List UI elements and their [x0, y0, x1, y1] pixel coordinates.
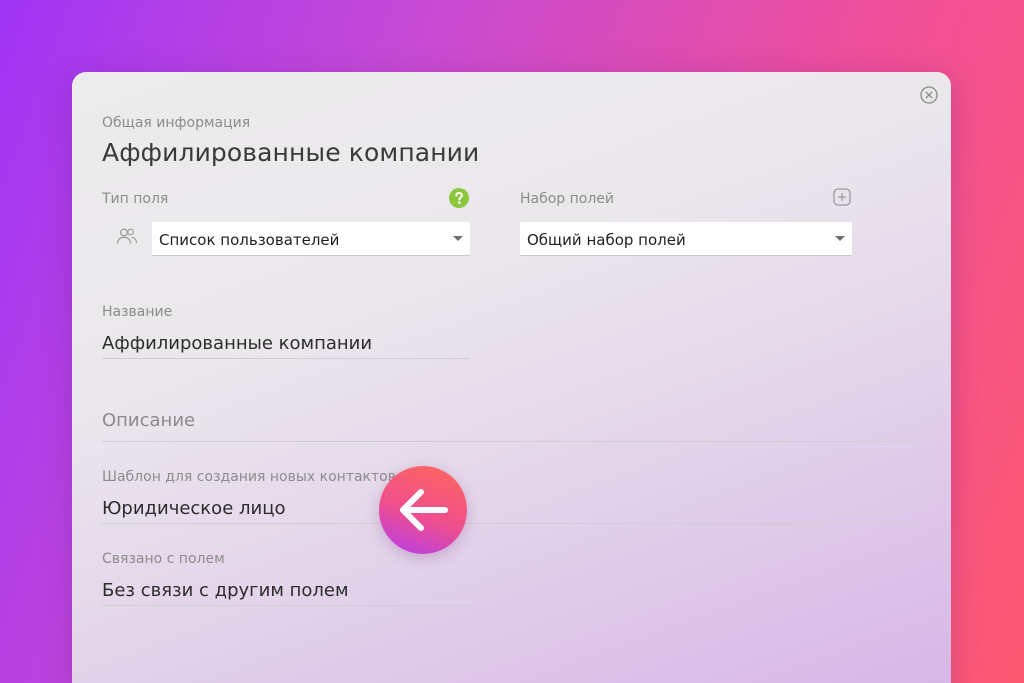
description-underline [102, 441, 916, 442]
linked-underline [102, 605, 470, 606]
question-icon[interactable] [449, 188, 469, 208]
name-underline [102, 358, 470, 359]
field-set-select[interactable]: Общий набор полей [520, 222, 852, 256]
field-set-label: Набор полей [520, 191, 615, 207]
back-arrow-button[interactable] [379, 466, 467, 554]
template-select[interactable]: Юридическое лицо [102, 498, 285, 519]
name-label: Название [102, 304, 173, 320]
template-label: Шаблон для создания новых контактов [102, 469, 396, 485]
page-title: Аффилированные компании [102, 138, 480, 167]
description-input[interactable]: Описание [102, 410, 195, 431]
arrow-left-icon [400, 489, 448, 531]
chevron-down-icon [453, 236, 463, 241]
chevron-down-icon [835, 236, 845, 241]
linked-select[interactable]: Без связи с другим полем [102, 580, 349, 601]
field-type-select[interactable]: Список пользователей [152, 222, 470, 256]
users-icon [116, 228, 138, 244]
field-type-value: Список пользователей [159, 231, 340, 249]
field-type-label: Тип поля [102, 191, 169, 207]
field-set-value: Общий набор полей [527, 231, 686, 249]
background: Общая информация Аффилированные компании… [0, 0, 1024, 683]
close-icon[interactable] [920, 86, 938, 104]
plus-square-icon[interactable] [833, 188, 851, 206]
section-label: Общая информация [102, 115, 251, 131]
template-underline [102, 523, 916, 524]
linked-label: Связано с полем [102, 551, 225, 567]
name-input[interactable]: Аффилированные компании [102, 333, 372, 354]
